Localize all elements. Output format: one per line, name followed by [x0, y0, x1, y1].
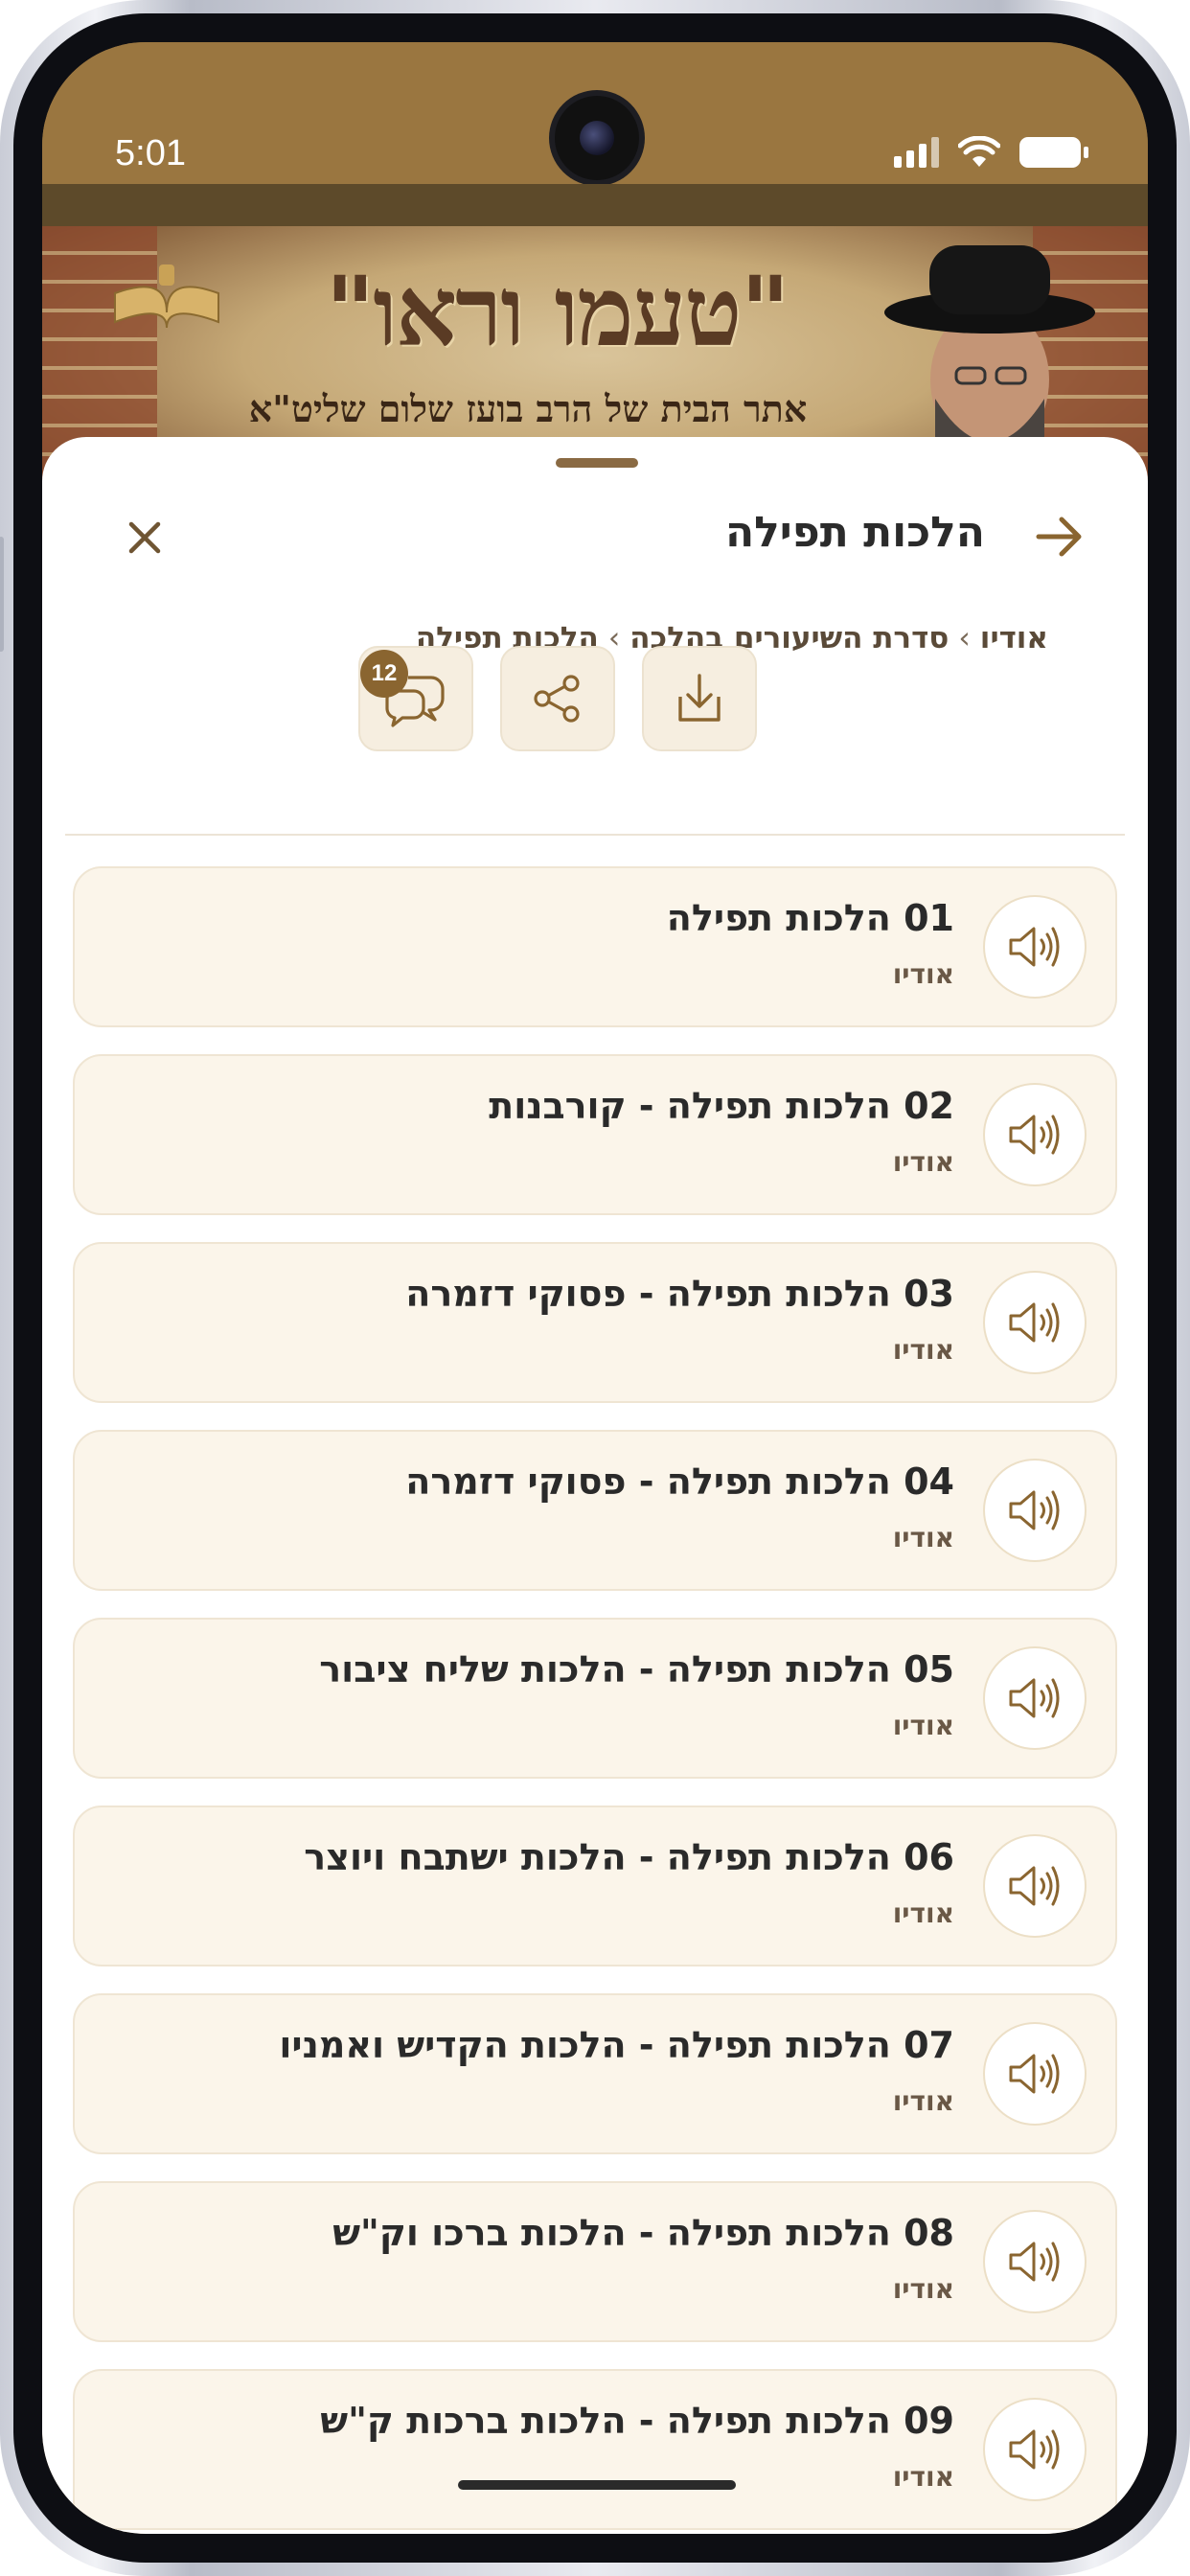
arrow-right-icon	[1036, 517, 1082, 557]
share-button[interactable]	[500, 646, 615, 751]
play-audio-button[interactable]	[983, 1459, 1087, 1562]
front-camera	[555, 96, 639, 180]
item-title: 03 הלכות תפילה - פסוקי דזמרה	[405, 1273, 954, 1315]
item-title: 02 הלכות תפילה - קורבנות	[489, 1085, 954, 1127]
speaker-icon	[1009, 1302, 1060, 1343]
audio-list: 01 הלכות תפילה אודיו 02 הלכות תפילה - קו…	[73, 866, 1117, 2534]
speaker-icon	[1009, 927, 1060, 967]
close-icon	[128, 521, 161, 554]
header-strip	[42, 184, 1148, 226]
item-type: אודיו	[892, 2085, 954, 2117]
list-item[interactable]: 01 הלכות תפילה אודיו	[73, 866, 1117, 1027]
item-type: אודיו	[892, 2461, 954, 2493]
list-item[interactable]: 08 הלכות תפילה - הלכות ברכו וק"ש אודיו	[73, 2181, 1117, 2342]
item-type: אודיו	[892, 2273, 954, 2305]
action-buttons: 12	[358, 646, 757, 751]
back-button[interactable]	[1031, 508, 1088, 565]
speaker-icon	[1009, 2054, 1060, 2094]
download-icon	[678, 674, 721, 722]
wifi-icon	[958, 136, 1000, 167]
play-audio-button[interactable]	[983, 2210, 1087, 2313]
status-time: 5:01	[115, 133, 186, 173]
list-item[interactable]: 02 הלכות תפילה - קורבנות אודיו	[73, 1054, 1117, 1215]
home-indicator[interactable]	[458, 2480, 736, 2490]
speaker-icon	[1009, 2242, 1060, 2282]
play-audio-button[interactable]	[983, 1083, 1087, 1186]
list-item[interactable]: 06 הלכות תפילה - הלכות ישתבח ויוצר אודיו	[73, 1806, 1117, 1966]
status-bar: 5:01	[42, 42, 1148, 184]
item-title: 04 הלכות תפילה - פסוקי דזמרה	[405, 1460, 954, 1503]
close-button[interactable]	[119, 512, 171, 564]
list-item[interactable]: 09 הלכות תפילה - הלכות ברכות ק"ש אודיו	[73, 2369, 1117, 2530]
item-type: אודיו	[892, 1146, 954, 1178]
speaker-icon	[1009, 1115, 1060, 1155]
play-audio-button[interactable]	[983, 1271, 1087, 1374]
list-item[interactable]: 07 הלכות תפילה - הלכות הקדיש ואמניו אודי…	[73, 1993, 1117, 2154]
item-type: אודיו	[892, 1710, 954, 1741]
list-item[interactable]: 04 הלכות תפילה - פסוקי דזמרה אודיו	[73, 1430, 1117, 1591]
play-audio-button[interactable]	[983, 2398, 1087, 2501]
list-item[interactable]: 03 הלכות תפילה - פסוקי דזמרה אודיו	[73, 1242, 1117, 1403]
book-logo-icon	[114, 264, 219, 329]
item-type: אודיו	[892, 958, 954, 990]
item-title: 08 הלכות תפילה - הלכות ברכו וק"ש	[332, 2212, 954, 2254]
share-icon	[534, 675, 580, 723]
download-button[interactable]	[642, 646, 757, 751]
item-title: 05 הלכות תפילה - הלכות שליח ציבור	[319, 1648, 954, 1690]
comments-button[interactable]: 12	[358, 646, 473, 751]
divider	[65, 834, 1125, 836]
speaker-icon	[1009, 2429, 1060, 2470]
cellular-signal-icon	[894, 137, 939, 168]
phone-side-button	[0, 537, 4, 652]
battery-icon	[1019, 137, 1088, 168]
banner-subtitle: אתר הבית של הרב בועז שלום שליט"א	[248, 387, 808, 430]
status-icons	[894, 136, 1088, 169]
comments-count-badge: 12	[360, 650, 408, 698]
item-title: 06 הלכות תפילה - הלכות ישתבח ויוצר	[304, 1836, 954, 1878]
play-audio-button[interactable]	[983, 895, 1087, 999]
item-title: 07 הלכות תפילה - הלכות הקדיש ואמניו	[279, 2024, 954, 2066]
play-audio-button[interactable]	[983, 2022, 1087, 2126]
banner-title: "טעמו וראו"	[325, 255, 790, 368]
item-title: 09 הלכות תפילה - הלכות ברכות ק"ש	[320, 2400, 954, 2442]
breadcrumb-separator: ›	[958, 621, 971, 656]
bottom-sheet: הלכות תפילה אודיו›סדרת השיעורים בהלכה›הל…	[42, 437, 1148, 2534]
sheet-header: הלכות תפילה	[42, 494, 1148, 581]
item-type: אודיו	[892, 1898, 954, 1929]
play-audio-button[interactable]	[983, 1646, 1087, 1750]
phone-frame: 5:01 "טעמו וראו" אתר הבית של הרב בועז של…	[0, 0, 1190, 2576]
speaker-icon	[1009, 1866, 1060, 1906]
speaker-icon	[1009, 1490, 1060, 1530]
play-audio-button[interactable]	[983, 1834, 1087, 1938]
screen: 5:01 "טעמו וראו" אתר הבית של הרב בועז של…	[42, 42, 1148, 2534]
page-title: הלכות תפילה	[724, 508, 985, 557]
item-type: אודיו	[892, 1334, 954, 1366]
item-title: 01 הלכות תפילה	[666, 897, 954, 939]
sheet-grabber[interactable]	[556, 458, 638, 468]
speaker-icon	[1009, 1678, 1060, 1718]
breadcrumb-item-audio[interactable]: אודיו	[980, 621, 1048, 656]
item-type: אודיו	[892, 1522, 954, 1553]
list-item[interactable]: 05 הלכות תפילה - הלכות שליח ציבור אודיו	[73, 1618, 1117, 1779]
